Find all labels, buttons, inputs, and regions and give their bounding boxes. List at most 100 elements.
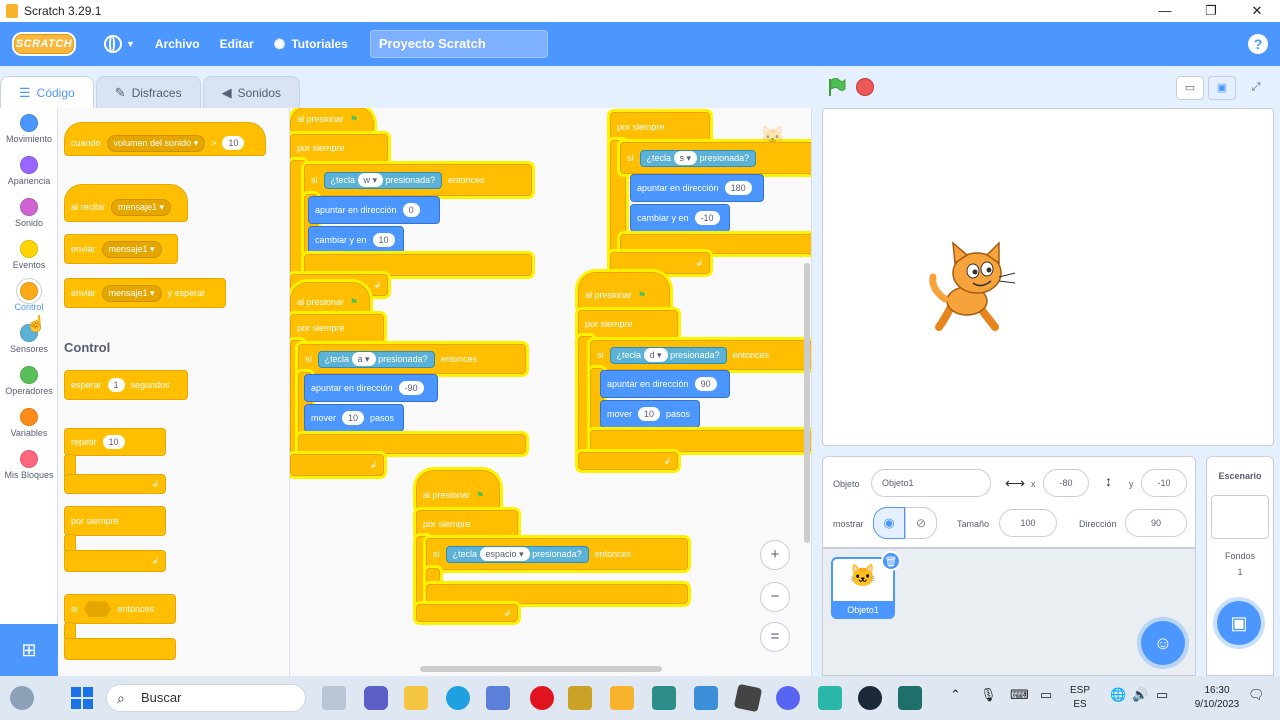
point-in-direction-block[interactable]: apuntar en dirección -90 — [304, 374, 438, 402]
green-flag-button[interactable] — [824, 76, 848, 98]
zoom-reset-button[interactable]: = — [760, 622, 790, 652]
chat-app-icon[interactable] — [364, 686, 388, 710]
horizontal-scrollbar[interactable] — [420, 666, 662, 672]
point-in-direction-block[interactable]: apuntar en dirección 90 — [600, 370, 730, 398]
change-y-block[interactable]: cambiar y en -10 — [630, 204, 730, 232]
steam-icon[interactable] — [858, 686, 882, 710]
hide-sprite-button[interactable]: ⊘ — [905, 507, 937, 539]
minimize-button[interactable]: — — [1142, 0, 1188, 22]
widgets-icon[interactable] — [10, 686, 34, 710]
when-receive-block[interactable]: al recibir mensaje1 ▾ — [64, 184, 188, 222]
direction-input[interactable]: -90 — [398, 381, 424, 395]
category-looks[interactable]: Apariencia — [0, 156, 58, 186]
sprite-thumbnail[interactable]: 🐱 🗑 Objeto1 — [831, 551, 901, 619]
tab-sounds[interactable]: ◀ Sonidos — [202, 76, 300, 108]
forever-block[interactable]: por siempre — [290, 134, 388, 162]
network-icon[interactable]: 🌐 — [1110, 688, 1126, 702]
task-view-icon[interactable] — [322, 686, 346, 710]
forever-block[interactable]: por siempre — [416, 510, 518, 538]
when-flag-clicked-block[interactable]: al presionar ⚑ — [290, 108, 374, 132]
music-app-icon[interactable] — [818, 686, 842, 710]
move-steps-block[interactable]: mover 10 pasos — [304, 404, 404, 432]
change-y-input[interactable]: -10 — [694, 211, 720, 225]
small-stage-button[interactable]: ▭ — [1176, 76, 1204, 100]
direction-input[interactable]: 90 — [694, 377, 717, 391]
stage-thumbnail[interactable] — [1211, 495, 1269, 539]
tab-code[interactable]: ☰ Código — [0, 76, 94, 108]
vertical-scrollbar[interactable] — [804, 263, 810, 543]
size-input[interactable]: 100 — [999, 509, 1057, 537]
if-then-block[interactable]: si ¿tecla a ▾ presionada? entonces — [298, 344, 526, 374]
direction-input[interactable]: 180 — [724, 181, 752, 195]
category-events[interactable]: Eventos — [0, 240, 58, 270]
scratch-logo[interactable]: SCRATCH — [12, 32, 76, 56]
show-sprite-button[interactable]: ◉ — [873, 507, 905, 539]
if-then-block[interactable]: si ¿tecla w ▾ presionada? entonces — [304, 164, 532, 196]
volume-icon[interactable]: 🔊 — [1132, 688, 1148, 702]
forever-block[interactable]: por siempre — [64, 506, 166, 536]
broadcast-block[interactable]: enviar mensaje1 ▾ — [64, 234, 178, 264]
tutorials-menu[interactable]: ✺ Tutoriales — [264, 22, 358, 66]
broadcast-and-wait-block[interactable]: enviar mensaje1 ▾ y esperar — [64, 278, 226, 308]
wait-seconds-input[interactable]: 1 — [107, 378, 125, 392]
choose-sprite-button[interactable]: ☺ — [1141, 621, 1185, 665]
project-title-input[interactable]: Proyecto Scratch — [369, 30, 548, 58]
category-operators[interactable]: Operadores — [0, 366, 58, 396]
cat-sprite[interactable] — [925, 239, 1021, 335]
category-control[interactable]: Control — [0, 282, 58, 312]
microphone-icon[interactable]: 🎙 — [980, 688, 997, 702]
delete-sprite-button[interactable]: 🗑 — [881, 551, 901, 571]
wait-block[interactable]: esperar 1 segundos — [64, 370, 188, 400]
when-loudness-block[interactable]: cuando volumen del sonido ▾ > 10 — [64, 122, 266, 156]
choose-backdrop-button[interactable]: ▣ — [1217, 601, 1261, 645]
y-position-input[interactable]: -10 — [1141, 469, 1187, 497]
point-in-direction-block[interactable]: apuntar en dirección 0 — [308, 196, 440, 224]
when-flag-clicked-block[interactable]: al presionar ⚑ — [578, 272, 670, 310]
key-dropdown[interactable]: w ▾ — [357, 172, 384, 187]
change-y-input[interactable]: 10 — [372, 233, 395, 247]
loudness-dropdown[interactable]: volumen del sonido ▾ — [106, 134, 206, 152]
script-workspace[interactable]: al presionar ⚑ por siempre si ¿tecla w ▾ … — [290, 108, 812, 676]
steps-input[interactable]: 10 — [342, 411, 365, 425]
key-dropdown[interactable]: d ▾ — [643, 347, 668, 362]
message-dropdown[interactable]: mensaje1 ▾ — [101, 240, 162, 258]
loudness-value-input[interactable]: 10 — [222, 136, 245, 150]
media-app-icon[interactable] — [694, 686, 718, 710]
sprite-name-input[interactable]: Objeto1 — [871, 469, 991, 497]
tab-costumes[interactable]: ✎ Disfraces — [95, 76, 201, 108]
file-explorer-icon[interactable] — [404, 686, 428, 710]
medal-app-icon[interactable] — [568, 686, 592, 710]
large-stage-button[interactable]: ▣ — [1208, 76, 1236, 100]
display-icon[interactable]: ▭ — [1040, 688, 1052, 702]
point-in-direction-block[interactable]: apuntar en dirección 180 — [630, 174, 764, 202]
maximize-button[interactable]: ❐ — [1188, 0, 1234, 22]
language-indicator[interactable]: ESP ES — [1070, 684, 1090, 712]
terminal-app-icon[interactable] — [652, 686, 676, 710]
stop-button[interactable] — [856, 78, 874, 96]
key-pressed-block[interactable]: ¿tecla d ▾ presionada? — [609, 346, 727, 364]
forever-block[interactable]: por siempre — [290, 314, 384, 342]
x-position-input[interactable]: -80 — [1043, 469, 1089, 497]
steps-input[interactable]: 10 — [638, 407, 661, 421]
discord-icon[interactable] — [776, 686, 800, 710]
when-flag-clicked-block[interactable]: al presionar ⚑ — [290, 282, 370, 314]
key-pressed-block[interactable]: ¿tecla s ▾ presionada? — [639, 149, 757, 167]
store-icon[interactable] — [486, 686, 510, 710]
stage-target-panel[interactable]: Escenario Fondos 1 ▣ — [1206, 456, 1274, 676]
help-icon[interactable]: ? — [1248, 34, 1268, 54]
message-dropdown[interactable]: mensaje1 ▾ — [111, 198, 172, 216]
if-then-block[interactable]: si entonces — [64, 594, 176, 624]
if-then-block[interactable]: si ¿tecla d ▾ presionada? entonces — [590, 340, 811, 370]
direction-input[interactable]: 90 — [1125, 509, 1187, 537]
key-pressed-block[interactable]: ¿tecla espacio ▾ presionada? — [445, 545, 589, 563]
fullscreen-button[interactable]: ⤢ — [1242, 76, 1270, 100]
if-then-block[interactable]: si ¿tecla espacio ▾ presionada? entonces — [426, 538, 688, 570]
repeat-block[interactable]: repetir 10 — [64, 428, 166, 456]
opera-browser-icon[interactable] — [530, 686, 554, 710]
move-steps-block[interactable]: mover 10 pasos — [600, 400, 700, 428]
when-flag-clicked-block[interactable]: al presionar ⚑ — [416, 470, 500, 510]
key-pressed-block[interactable]: ¿tecla a ▾ presionada? — [317, 350, 435, 368]
repeat-count-input[interactable]: 10 — [102, 435, 125, 449]
change-y-block[interactable]: cambiar y en 10 — [308, 226, 404, 254]
notifications-icon[interactable]: 🗨 — [1248, 688, 1265, 702]
